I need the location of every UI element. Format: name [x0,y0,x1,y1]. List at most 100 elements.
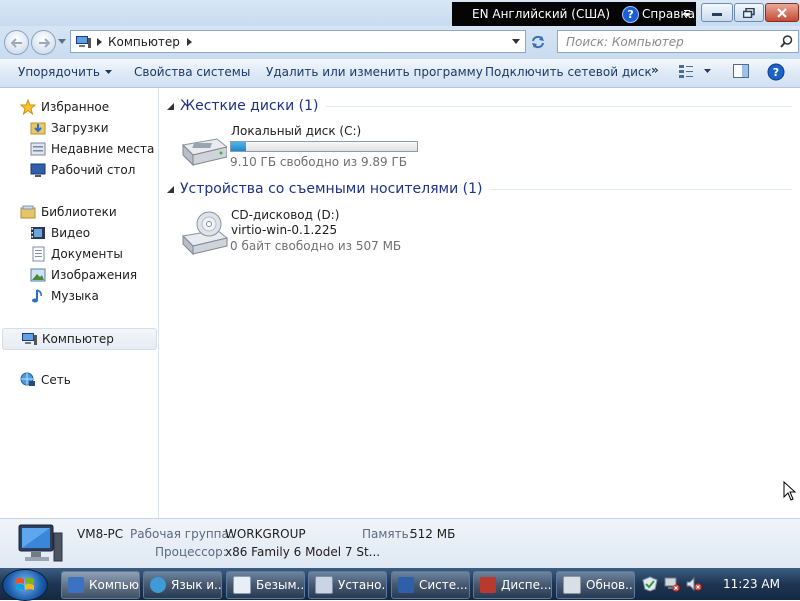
nav-label: Изображения [51,268,138,282]
libraries-icon [20,204,36,220]
documents-icon [30,246,46,262]
view-dropdown-icon[interactable] [704,69,711,73]
taskbar-label: Безым... [256,578,305,592]
preview-pane-button[interactable] [733,64,749,81]
language-bar-options-icon[interactable] [684,10,690,18]
nav-downloads[interactable]: Загрузки [30,118,109,138]
nav-music[interactable]: Музыка [30,286,99,306]
group-header-removable[interactable]: Устройства со съемными носителями (1) [167,181,792,197]
group-header-hard-drives[interactable]: Жесткие диски (1) [167,98,792,114]
organize-button[interactable]: Упорядочить [18,65,112,79]
breadcrumb-separator-icon[interactable] [97,37,102,46]
cd-drive-icon [181,211,229,256]
nav-documents[interactable]: Документы [30,244,123,264]
nav-recent-places[interactable]: Недавние места [30,139,154,159]
nav-label: Библиотеки [41,205,117,219]
collapse-icon[interactable] [167,102,174,110]
start-button[interactable] [2,569,48,601]
svg-text:?: ? [773,66,779,79]
command-bar: Упорядочить Свойства системы Удалить или… [0,59,800,88]
taskbar-item-language[interactable]: Язык и... [143,571,222,599]
search-icon[interactable] [780,35,793,48]
workgroup-label: Рабочая группа: [130,527,233,541]
windows-logo-icon [16,578,34,590]
pc-name: VM8-PC [77,527,124,541]
language-bar[interactable]: EN Английский (США) ? Справка [452,2,696,26]
taskbar-item-system[interactable]: Систе... [391,571,470,599]
desktop-icon [30,162,46,178]
minimize-icon [712,12,722,16]
minimize-button[interactable] [701,3,733,22]
collapse-icon[interactable] [167,185,174,193]
workgroup-value: WORKGROUP [225,527,306,541]
globe-icon [150,577,166,593]
taskbar-item-update[interactable]: Обнов... [556,571,635,599]
details-pane: VM8-PC Рабочая группа: WORKGROUP Память:… [0,518,800,569]
language-indicator[interactable]: EN Английский (США) [472,7,610,21]
address-bar[interactable]: Компьютер [70,30,526,53]
address-row: Компьютер Поиск: Компьютер [0,26,800,59]
star-icon [20,99,36,115]
forward-arrow-icon [38,37,50,48]
nav-pictures[interactable]: Изображения [30,265,137,285]
address-dropdown-icon[interactable] [512,39,520,44]
help-button[interactable]: ? [767,63,785,84]
nav-desktop[interactable]: Рабочий стол [30,160,135,180]
help-icon[interactable]: ? [622,5,640,23]
drive-volume-label: virtio-win-0.1.225 [231,223,338,237]
drive-usage-bar [230,141,418,152]
view-icon [679,65,693,78]
nav-label: Загрузки [51,121,109,135]
clock[interactable]: 11:23 AM [723,577,780,591]
maximize-button[interactable] [734,3,764,22]
taskbar-item-notepad[interactable]: Безым... [226,571,305,599]
memory-value: 512 МБ [410,527,456,541]
system-properties-button[interactable]: Свойства системы [134,65,250,79]
change-view-button[interactable] [678,64,711,78]
back-button[interactable] [4,30,29,55]
nav-label: Компьютер [42,332,114,346]
close-button[interactable] [765,3,799,22]
taskbar-label: Систе... [419,578,468,592]
volume-muted-icon[interactable] [686,576,702,592]
nav-label: Недавние места [51,142,155,156]
nav-favorites[interactable]: Избранное [20,97,109,117]
refresh-button[interactable] [528,32,548,51]
drive-free-space: 0 байт свободно из 507 МБ [230,239,402,253]
recent-pages-dropdown-icon[interactable] [58,39,66,44]
refresh-icon [532,35,544,48]
video-icon [30,225,46,241]
system-icon [398,577,414,593]
drive-name: Локальный диск (C:) [231,124,362,138]
nav-label: Музыка [51,289,99,303]
search-input[interactable]: Поиск: Компьютер [557,30,799,53]
map-network-drive-button[interactable]: Подключить сетевой диск [485,65,652,79]
taskbar-label: Обнов... [586,578,635,592]
nav-videos[interactable]: Видео [30,223,90,243]
breadcrumb-chevron-icon[interactable] [186,37,192,46]
computer-icon [76,35,91,48]
breadcrumb-computer[interactable]: Компьютер [108,35,180,49]
drive-item-c[interactable]: Локальный диск (C:) 9.10 ГБ свободно из … [175,123,445,171]
setup-icon [315,576,333,594]
taskbar-label: Диспе... [501,578,552,592]
taskbar-label: Язык и... [171,578,222,592]
taskbar-item-device-manager[interactable]: Диспе... [473,571,552,599]
taskbar-item-setup[interactable]: Устано... [308,571,387,599]
forward-button[interactable] [31,30,56,55]
nav-label: Рабочий стол [51,163,136,177]
uninstall-program-button[interactable]: Удалить или изменить программу [266,65,483,79]
more-commands-button[interactable]: » [651,63,659,77]
nav-libraries[interactable]: Библиотеки [20,202,117,222]
drive-item-d[interactable]: CD-дисковод (D:) virtio-win-0.1.225 0 ба… [175,206,445,256]
organize-dropdown-icon [104,70,112,74]
music-icon [30,288,46,304]
action-center-icon[interactable] [642,576,658,592]
nav-network[interactable]: Сеть [20,370,71,390]
network-status-icon[interactable] [664,576,680,592]
taskbar-item-computer[interactable]: Компью... [61,571,140,599]
memory-label: Память: [362,527,413,541]
taskbar-label: Компью... [89,578,139,592]
nav-computer[interactable]: Компьютер [2,328,157,350]
taskbar: Компью... Язык и... Безым... Устано... С… [0,568,800,601]
